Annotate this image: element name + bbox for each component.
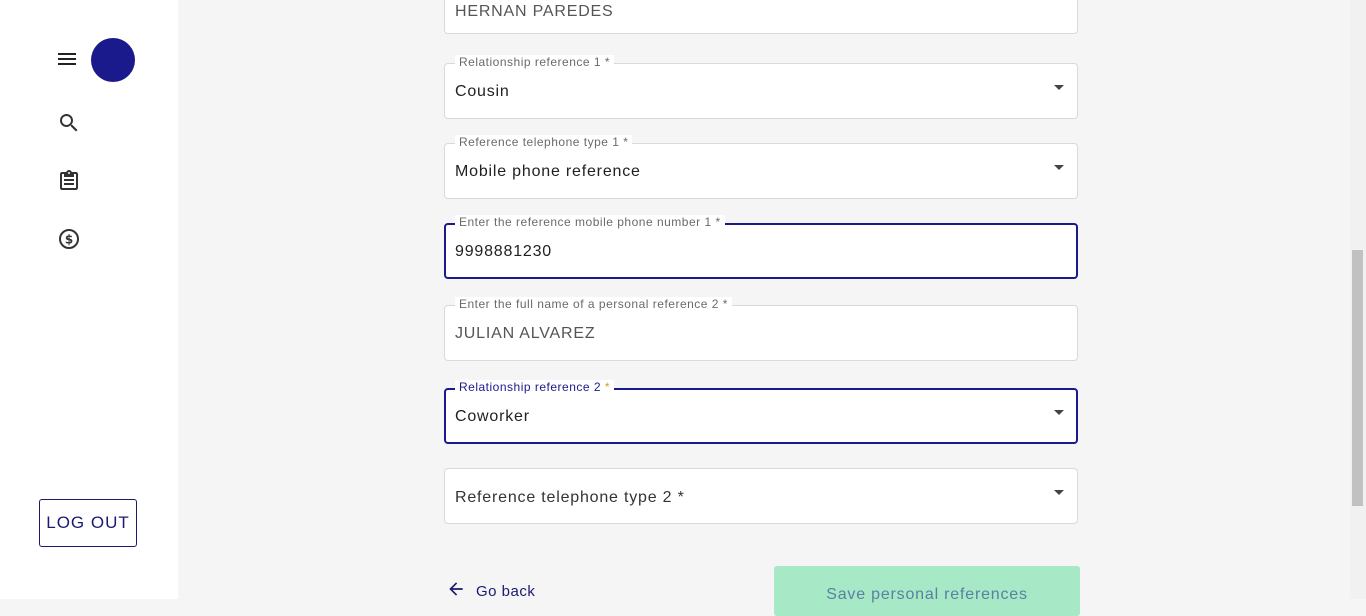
name-reference-1-value: HERNAN PAREDES	[455, 3, 614, 20]
name-reference-2-label: Enter the full name of a personal refere…	[455, 297, 732, 311]
go-back-label: Go back	[476, 582, 536, 600]
relationship-reference-2-value: Coworker	[455, 408, 530, 425]
phone-type-reference-2-select[interactable]: Reference telephone type 2 *	[444, 468, 1078, 524]
search-icon[interactable]	[57, 111, 81, 135]
chevron-down-icon	[1054, 490, 1064, 495]
required-mark: *	[604, 380, 611, 394]
chevron-down-icon	[1054, 85, 1064, 90]
chevron-down-icon	[1054, 165, 1064, 170]
dollar-circle-icon[interactable]: $	[57, 227, 81, 251]
avatar[interactable]	[91, 38, 135, 82]
relationship-reference-1-select[interactable]: Relationship reference 1 * Cousin	[444, 55, 1078, 119]
clipboard-icon[interactable]	[57, 169, 81, 193]
svg-text:$: $	[65, 233, 73, 247]
menu-icon[interactable]	[55, 47, 79, 71]
name-reference-1-field[interactable]: HERNAN PAREDES	[444, 0, 1078, 34]
phone-type-reference-1-label: Reference telephone type 1 *	[455, 135, 633, 149]
chevron-down-icon	[1054, 410, 1064, 415]
logout-button[interactable]: LOG OUT	[39, 499, 137, 547]
phone-type-reference-1-select[interactable]: Reference telephone type 1 * Mobile phon…	[444, 135, 1078, 199]
mobile-reference-1-input[interactable]: Enter the reference mobile phone number …	[444, 215, 1078, 279]
phone-type-reference-2-placeholder: Reference telephone type 2 *	[455, 489, 685, 506]
name-reference-2-value: JULIAN ALVAREZ	[455, 325, 596, 342]
relationship-reference-1-label: Relationship reference 1 *	[455, 55, 615, 69]
scrollbar-thumb[interactable]	[1352, 250, 1363, 506]
phone-type-reference-1-value: Mobile phone reference	[455, 163, 641, 180]
relationship-reference-2-label: Relationship reference 2 *	[455, 380, 615, 394]
arrow-left-icon	[446, 579, 466, 603]
name-reference-2-input[interactable]: Enter the full name of a personal refere…	[444, 297, 1078, 361]
relationship-reference-2-select[interactable]: Relationship reference 2 * Coworker	[444, 380, 1078, 444]
relationship-reference-1-value: Cousin	[455, 83, 510, 100]
mobile-reference-1-label: Enter the reference mobile phone number …	[455, 215, 725, 229]
sidebar: $ LOG OUT	[0, 0, 178, 599]
save-personal-references-button[interactable]: Save personal references	[774, 566, 1080, 616]
mobile-reference-1-value: 9998881230	[455, 243, 552, 260]
